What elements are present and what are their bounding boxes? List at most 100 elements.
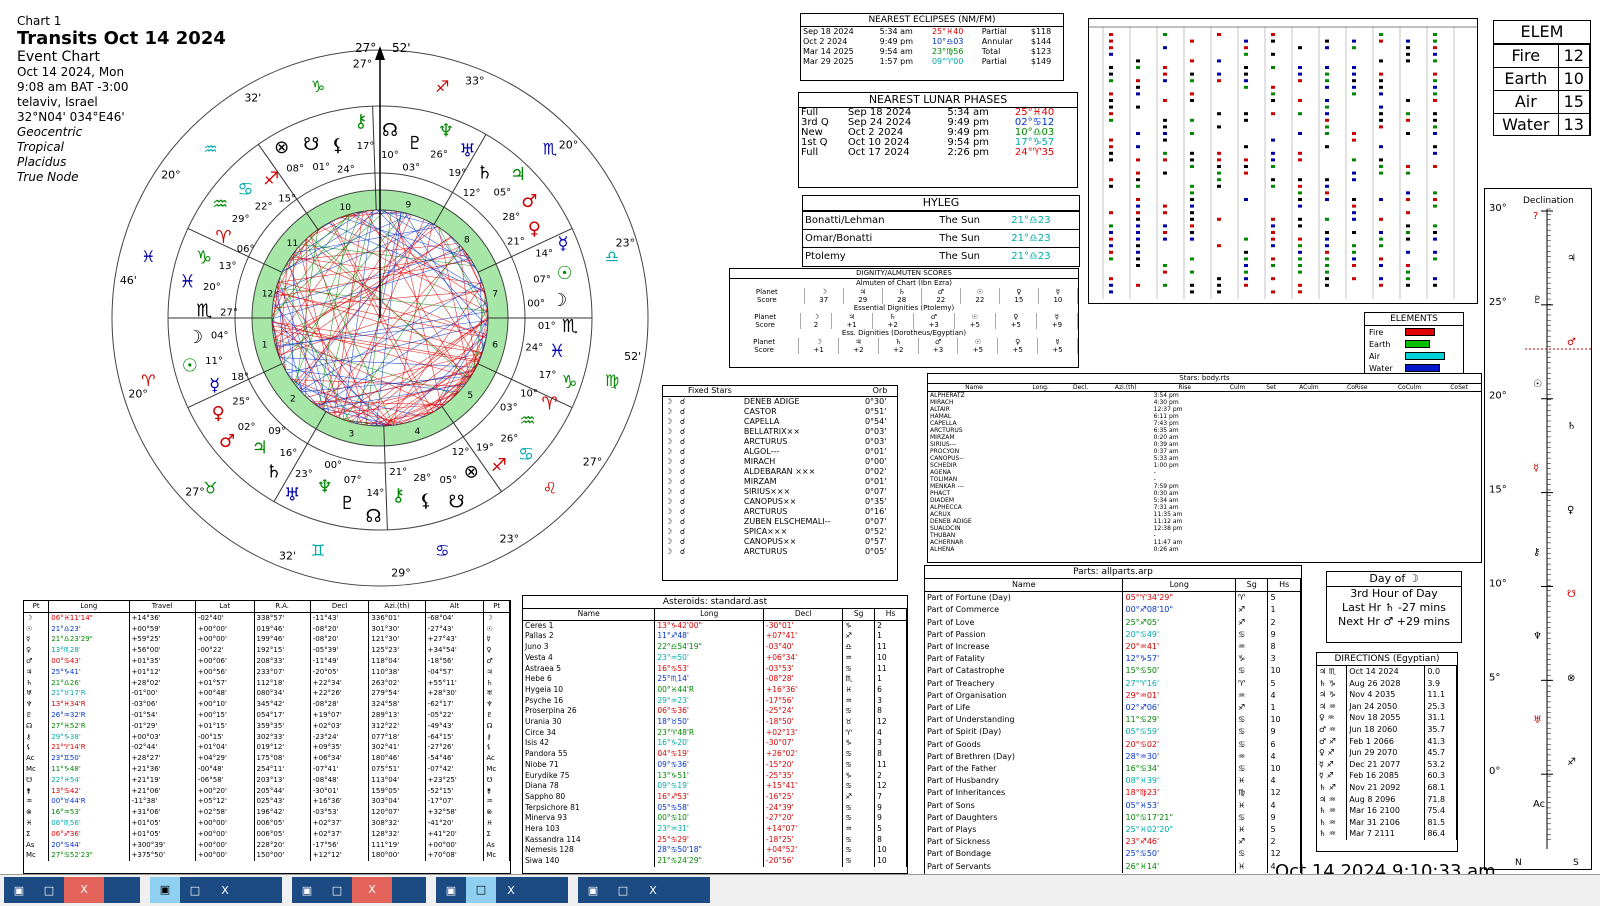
planet-glyph: ☿	[209, 375, 220, 396]
planet-row: ♂ 00°♋43' +01°35' +00°06' 208°33' -11°49' 118°…	[24, 655, 510, 667]
grid-mark	[1433, 52, 1437, 56]
close-button[interactable]: X	[638, 884, 668, 897]
planet-glyph: ♐	[491, 455, 507, 476]
grid-mark	[1109, 178, 1113, 182]
planet-degree: 17°	[357, 141, 375, 152]
house-number: 11	[287, 239, 298, 249]
window-icon: ▣	[445, 883, 457, 897]
minimize-button[interactable]: □	[180, 884, 210, 897]
minimize-button[interactable]: □	[322, 884, 352, 897]
planet-row: ♒ 00°♉44'R -11°38' +05°12' 025°43' +16°36' 303…	[24, 796, 510, 808]
planet-degree: 05°	[493, 187, 511, 198]
grid-mark	[1406, 191, 1410, 195]
planet-degree: 14°	[535, 249, 553, 260]
grid-mark	[1244, 52, 1248, 56]
star-rts-row: DENEB ADIGE 11:12 am	[930, 518, 1183, 525]
asteroid-row: Psyche 16 29°♒23' -17°56' ♒ 3	[523, 695, 907, 707]
planet-glyph: ⚷	[354, 111, 367, 132]
grid-mark	[1352, 244, 1356, 248]
planet-glyph: ♏	[562, 316, 578, 337]
grid-mark	[1136, 237, 1140, 241]
planet-glyph: ♂	[521, 191, 537, 212]
task-window-1[interactable]: ▣ □ X	[4, 877, 140, 903]
planet-glyph: ♃	[510, 164, 526, 185]
planet-glyph: ♇	[339, 493, 355, 514]
stars-rts-table: Name Long. Decl. Azi.(th) Rise Culm Set ACulm Co…	[928, 384, 1481, 553]
planet-degree: 23°	[295, 469, 313, 480]
col-header: Long	[654, 609, 764, 621]
close-button[interactable]: X	[352, 877, 392, 903]
element-bar-earth: Earth	[1365, 338, 1463, 350]
direction-row: ♂ ♒ Jun 18 2060 35.7	[1317, 723, 1457, 736]
close-button[interactable]: X	[64, 877, 104, 903]
grid-mark	[1244, 79, 1248, 83]
grid-mark	[1271, 151, 1275, 155]
dignity-table-3: Planet ☽ ♃ ♄ ♂ ☉ ♀ ☿ Score +1 +2 +2 +3 +5 +5 +5	[730, 338, 1078, 354]
grid-mark	[1244, 250, 1248, 254]
grid-mark	[1433, 224, 1437, 228]
task-window-4[interactable]: ▣ □ X	[436, 877, 568, 903]
planet-degree: 19°	[448, 168, 466, 179]
grid-mark	[1244, 39, 1248, 43]
col-header: Name	[925, 579, 1124, 593]
grid-mark	[1136, 59, 1140, 63]
grid-mark	[1136, 283, 1140, 287]
zodiac-sign: ♊	[311, 541, 325, 560]
planets-table: Pt Long Travel Lat R.A. Decl Azi.(th) Alt Pt ☽ 06°…	[24, 601, 510, 862]
grid-mark	[1109, 158, 1113, 162]
grid-mark	[1271, 66, 1275, 69]
minimize-button[interactable]: □	[466, 877, 496, 903]
asteroid-row: Sappho 80 16°♐53' -16°25' ♐ 7	[523, 791, 907, 803]
grid-mark	[1271, 52, 1275, 56]
grid-mark	[1406, 277, 1410, 281]
hyleg-title: HYLEG	[803, 196, 1079, 211]
grid-mark	[1244, 112, 1248, 116]
dignity-table-1: Planet ☽ ♃ ♄ ♂ ☉ ♀ ☿ Score 37 29 28 22 22 15 10	[730, 288, 1078, 304]
next-hour: Next Hr ♂ +29 mins	[1338, 615, 1450, 628]
planets-panel: Pt Long Travel Lat R.A. Decl Azi.(th) Alt Pt ☽ 06°…	[23, 600, 511, 874]
grid-mark	[1352, 46, 1356, 50]
grid-mark	[1217, 283, 1221, 287]
grid-mark	[1298, 244, 1302, 248]
grid-mark	[1325, 198, 1329, 201]
task-window-5[interactable]: ▣ □ X	[578, 877, 710, 903]
grid-mark	[1352, 132, 1356, 135]
mc-degree: 27°	[355, 41, 376, 55]
zodiac-sign: ♌	[543, 479, 557, 498]
grid-mark	[1271, 237, 1275, 241]
planet-degree: 21°	[507, 236, 525, 247]
grid-mark	[1433, 72, 1437, 76]
grid-mark	[1325, 72, 1329, 76]
close-button[interactable]: X	[210, 884, 240, 897]
task-window-3[interactable]: ▣ □ X	[292, 877, 426, 903]
grid-mark	[1109, 237, 1113, 241]
minimize-button[interactable]: □	[34, 884, 64, 897]
task-window-2[interactable]: ▣ □ X	[150, 877, 282, 903]
parts-title: Parts: allparts.arp	[925, 566, 1301, 579]
grid-mark	[1379, 92, 1383, 96]
part-row: Part of Passion 20°♋49' ♋ 9	[925, 628, 1301, 642]
asteroid-row: Minerva 93 00°♋10' -27°20' ♋ 9	[523, 813, 907, 825]
grid-mark	[1298, 79, 1302, 83]
minimize-button[interactable]: □	[608, 884, 638, 897]
grid-mark	[1352, 92, 1356, 96]
grid-mark	[1190, 59, 1194, 63]
planet-degree: 10°	[520, 388, 538, 399]
col-header: Lat	[195, 601, 255, 613]
grid-mark	[1244, 46, 1248, 50]
grid-mark	[1271, 231, 1275, 234]
chart-wheel[interactable]: 123 456789101112 ☽00°☉07°☿14°♀21°♂28°♃05°…	[90, 40, 670, 595]
grid-mark	[1109, 72, 1113, 76]
dignity-title: DIGNITY/ALMUTEN SCORES	[730, 269, 1078, 279]
close-button[interactable]: X	[496, 884, 526, 897]
star-rts-row: THUBAN -	[930, 532, 1156, 539]
grid-mark	[1217, 59, 1221, 63]
parts-panel: Parts: allparts.arp Name Long Sg Hs Part of …	[924, 565, 1302, 875]
grid-mark	[1433, 33, 1437, 36]
grid-mark	[1271, 264, 1275, 267]
grid-mark	[1352, 231, 1356, 234]
grid-mark	[1136, 198, 1140, 201]
grid-mark	[1298, 283, 1302, 287]
asteroid-row: Isis 42 16°♑20' -30°07' ♑ 3	[523, 738, 907, 750]
direction-row: ♃ ♏ Oct 14 2024 0.0	[1317, 666, 1457, 678]
